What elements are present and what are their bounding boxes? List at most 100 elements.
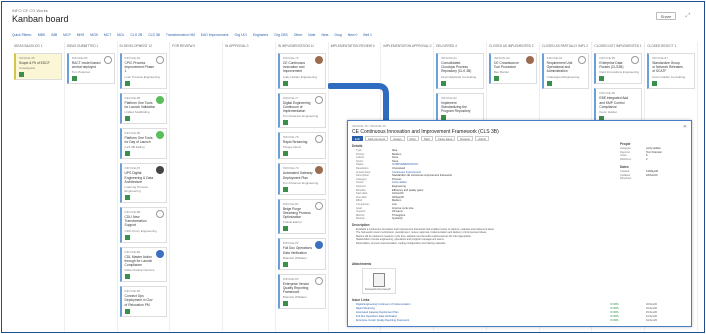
linked-issue-row[interactable]: Enterprise Vendor Quality Reporting Fram… xyxy=(356,319,686,323)
linked-issue-title[interactable]: Enterprise Vendor Quality Reporting Fram… xyxy=(356,319,610,323)
issue-card[interactable]: INFOCE-85 Platform One Tools for Launch V… xyxy=(119,92,168,125)
column-header[interactable]: IN IMPLEMENTATION 11 xyxy=(276,42,329,50)
issue-card[interactable]: INFOCE-86 Platform One Tools for Day of L… xyxy=(119,128,168,160)
share-button[interactable]: Share xyxy=(656,12,676,20)
column-header[interactable]: IMPLEMENTATION APPROVAL 0 xyxy=(381,42,435,50)
issue-title: CE Continuous Innovation and Improvement… xyxy=(352,129,499,135)
quick-filter-cls-3b[interactable]: CLS 3B xyxy=(148,33,160,37)
issue-card[interactable]: INFOCE-92 Implement Standardizing the Pro… xyxy=(436,92,484,124)
column-header[interactable]: CLOSED REJECT 1 xyxy=(645,42,698,50)
quick-filter-new-0[interactable]: New 0 xyxy=(348,33,358,37)
quick-filter-org-cbs[interactable]: Org CBS xyxy=(274,33,288,37)
column-header[interactable]: IMPLEMENTATION REVIEW 0 xyxy=(329,42,382,50)
issue-card[interactable]: INFOCE-84 CPIC Process Improvement Phase … xyxy=(119,53,168,89)
quick-filter-org-uci[interactable]: Org UCI xyxy=(235,33,247,37)
issue-card[interactable]: INFOCE-78 Rapid Streaming Things Cloud xyxy=(277,132,326,160)
action-start-button[interactable]: Start xyxy=(420,136,433,141)
app-frame: INFO CE CO Works Kanban board Share ⤢ Qu… xyxy=(1,1,705,333)
column-header[interactable]: DELIVERED 4 xyxy=(434,42,487,50)
quick-filter-other[interactable]: Other xyxy=(294,33,302,37)
issue-card[interactable]: INFOCE-82 Full Doc Operations Data Verifi… xyxy=(277,238,326,270)
issue-card[interactable]: INFOCE-77 Digital Engineering Continuum o… xyxy=(277,92,326,129)
quick-filter-drug[interactable]: Drug xyxy=(334,33,341,37)
quick-filter-mol[interactable]: MOL xyxy=(117,33,124,37)
action-edit-button[interactable]: Edit xyxy=(352,136,363,141)
issue-key[interactable]: INFOCE-90 xyxy=(125,289,165,293)
issue-key[interactable]: INFOCE-91 xyxy=(441,56,481,60)
issue-assignee: Things Cloud xyxy=(282,145,301,150)
quick-filter-mcp[interactable]: MCP xyxy=(63,33,71,37)
avatar[interactable] xyxy=(156,95,165,104)
quick-filter-ead-improvement[interactable]: EAD Improvement xyxy=(201,33,229,37)
column-header[interactable]: IN APPROVAL 0 xyxy=(223,42,276,50)
quick-filter-note[interactable]: Note xyxy=(308,33,315,37)
story-type-icon xyxy=(124,274,130,280)
issue-card[interactable]: INFOCE-91 Consolidated Cloudops Process R… xyxy=(436,53,484,89)
issue-key[interactable]: INFOCE-96 xyxy=(599,91,639,95)
avatar[interactable] xyxy=(156,249,165,258)
quick-filter-engineers[interactable]: Engineers xyxy=(253,33,268,37)
issue-card[interactable]: INFOCE-97 Standardize Group or Network Re… xyxy=(647,53,695,89)
issue-card[interactable]: INFOCE-83 Enterprise Vendor Quality Repor… xyxy=(277,273,326,310)
issue-card[interactable]: INFOCE-94 Requirement Unit Operational an… xyxy=(541,53,590,89)
column-header[interactable]: CLOSED NOT IMPLEMENTED 1 xyxy=(592,42,646,50)
attachment-thumbnail[interactable]: Framework-Overview.pdf xyxy=(362,268,396,294)
column-header[interactable]: IDEAS BACKLOG 1 xyxy=(12,42,65,50)
issue-card[interactable]: INFOCE-93 CE Crowdsource Tool Procedure Be… xyxy=(488,53,537,85)
story-type-icon xyxy=(71,76,77,82)
page-title: Kanban board xyxy=(12,14,69,24)
quick-filter-imb[interactable]: IMB xyxy=(51,33,57,37)
issue-key[interactable]: INFOCE-97 xyxy=(652,56,692,60)
issue-card[interactable]: INFOCE-45 Scope & Fit of EDCF Unassigned xyxy=(14,53,62,81)
quick-filter-nets[interactable]: Nets xyxy=(321,33,328,37)
quick-filter-mbs[interactable]: MBS xyxy=(38,33,45,37)
action-assign-button[interactable]: Assign xyxy=(390,136,405,141)
avatar[interactable] xyxy=(525,56,534,64)
issue-card[interactable]: INFOCE-90 Connect Ops Deployment in Gov o… xyxy=(119,286,168,317)
quick-filter-mcb[interactable]: MCB xyxy=(90,33,98,37)
issue-card[interactable]: INFOCE-96 EBE integrated Add and KMP Cont… xyxy=(594,88,643,125)
attachments-heading: Attachments xyxy=(352,262,372,266)
column-header[interactable]: FOR REVIEW 0 xyxy=(170,42,224,50)
issue-assignee: Brandon Whitaker xyxy=(282,295,307,300)
panel-value xyxy=(646,177,688,181)
action-close-issue-button[interactable]: Close Issue xyxy=(434,136,456,141)
column-header[interactable]: IDEAS SUBMITTED 1 xyxy=(65,42,118,50)
close-icon[interactable]: ✕ xyxy=(683,124,687,130)
issue-card[interactable]: INFOCE-76 CE Continuous Innovation and Im… xyxy=(277,53,326,89)
issue-key[interactable]: INFOCE-92 xyxy=(441,96,481,100)
issue-card[interactable]: INFOCE-95 Enterprise Data Routes (CLS3B) F… xyxy=(594,53,643,85)
quick-filter-bell-1[interactable]: Bell 1 xyxy=(363,33,371,37)
column-header[interactable]: CLOSED AS IMPLEMENTED 2 xyxy=(487,42,540,50)
issue-card[interactable]: INFOCE-79 Automated Gateway Deployment Pl… xyxy=(277,163,326,195)
issue-key[interactable]: INFOCE-45 xyxy=(19,56,59,60)
avatar[interactable] xyxy=(103,56,112,64)
avatar[interactable] xyxy=(314,135,323,144)
column-header[interactable]: IN DEVELOPMENT 12 xyxy=(118,42,171,50)
quick-filter-mct[interactable]: MCT xyxy=(104,33,111,37)
action-reopen-button[interactable]: Reopen xyxy=(457,136,474,141)
action-more-button[interactable]: More xyxy=(406,136,419,141)
avatar[interactable] xyxy=(314,201,323,210)
avatar[interactable] xyxy=(314,276,323,285)
kanban-column: INFOCE-76 CE Continuous Innovation and Im… xyxy=(276,51,329,331)
field-row: Review: Quarterly xyxy=(356,217,606,221)
issue-summary: Consolidated Cloudops Process Repository… xyxy=(441,61,472,74)
issue-assignee: Unassigned xyxy=(19,66,35,71)
action-add-comment-button[interactable]: Add comment xyxy=(364,136,389,141)
issue-card[interactable]: INFOCE-88 CDLI New Transformation Support… xyxy=(119,207,168,243)
issue-card[interactable]: INFOCE-87 UPS Digital Engineering & Data … xyxy=(119,163,168,204)
issue-card[interactable]: INFOCE-80 RACT model based central deploy… xyxy=(66,53,115,85)
issue-key[interactable]: INFOCE-76 / INFOCE-76 xyxy=(352,124,687,128)
avatar[interactable] xyxy=(314,95,323,104)
action-admin-button[interactable]: Admin xyxy=(475,136,490,141)
expand-icon[interactable]: ⤢ xyxy=(684,12,692,20)
issue-card[interactable]: INFOCE-89 CDL Master Action through for L… xyxy=(119,246,168,283)
column-header[interactable]: CLOSED AS PARTIALLY IMPL 2 xyxy=(540,42,593,50)
quick-filter-transformation-hm[interactable]: Transformation HM xyxy=(166,33,195,37)
avatar[interactable] xyxy=(314,56,323,64)
breadcrumb[interactable]: INFO CE CO Works xyxy=(12,8,694,13)
issue-card[interactable]: INFOCE-81 Beige Purge Streaming Process O… xyxy=(277,198,326,235)
quick-filter-cls-2b[interactable]: CLS 2B xyxy=(131,33,143,37)
quick-filter-mhs[interactable]: MHS xyxy=(77,33,85,37)
